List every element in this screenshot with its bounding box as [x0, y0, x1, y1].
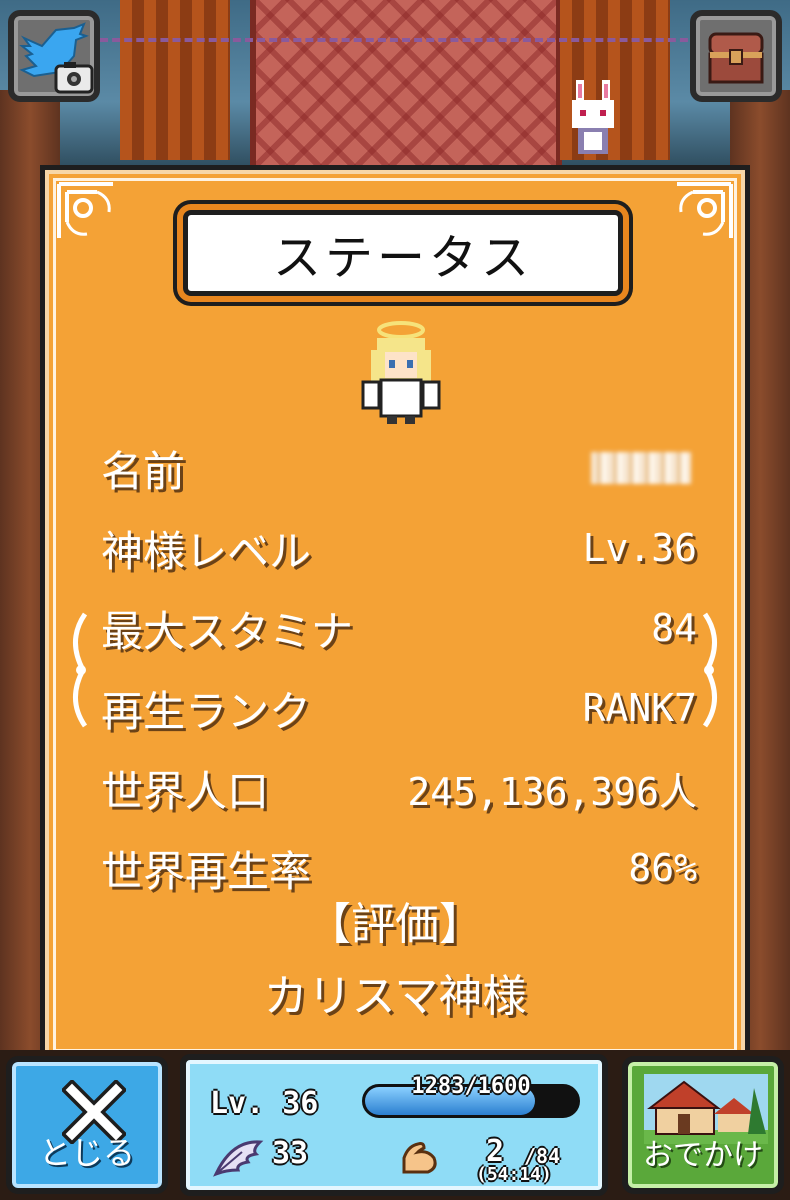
stat-value: 245,136,396人	[407, 769, 697, 814]
status-panel: ステータス 名前 神様レベル Lv.36 最大スタミナ 84 再生ランク RAN…	[40, 165, 750, 1065]
side-ornament-icon	[702, 612, 717, 728]
title-banner: ステータス	[183, 210, 623, 296]
stat-row-rebirth-rank: 再生ランク RANK7	[101, 668, 697, 748]
corner-ornament-icon	[57, 182, 113, 238]
stat-label: 世界人口	[101, 766, 270, 816]
player-status-panel: Lv. 36 1283/1600 33 2 /84 (54:14)	[180, 1054, 608, 1196]
treasure-chest-button[interactable]	[690, 10, 782, 102]
treasure-chest-icon	[708, 32, 764, 84]
rabbit-npc-icon	[572, 80, 614, 154]
stat-row-max-stamina: 最大スタミナ 84	[101, 588, 697, 668]
stats-list: 名前 神様レベル Lv.36 最大スタミナ 84 再生ランク RANK7 世界人…	[101, 428, 697, 908]
corner-ornament-icon	[677, 182, 733, 238]
player-name-redacted	[591, 452, 691, 484]
garland	[100, 38, 700, 82]
stamina-arm-icon	[402, 1142, 437, 1174]
stat-value: Lv.36	[582, 526, 697, 570]
stat-label: 神様レベル	[101, 526, 312, 576]
stat-row-name: 名前	[101, 428, 697, 508]
stat-label: 再生ランク	[101, 686, 312, 736]
stat-value: RANK7	[582, 686, 697, 730]
stat-value: 84	[651, 606, 697, 650]
close-button[interactable]: とじる	[6, 1056, 168, 1194]
close-button-label: とじる	[38, 1134, 135, 1172]
feather-icon	[213, 1140, 264, 1177]
stat-value: 86%	[628, 846, 697, 890]
player-level: Lv. 36	[210, 1086, 319, 1121]
side-ornament-icon	[73, 612, 88, 728]
stamina-timer: (54:14)	[476, 1164, 552, 1185]
stat-label: 最大スタミナ	[101, 606, 354, 656]
exp-text: 1283/1600	[411, 1074, 531, 1099]
stat-row-god-level: 神様レベル Lv.36	[101, 508, 697, 588]
stat-row-world-population: 世界人口 245,136,396人	[101, 748, 697, 828]
twitter-share-button[interactable]	[8, 10, 100, 102]
stat-label: 名前	[101, 446, 186, 496]
outing-button-label: おでかけ	[643, 1138, 763, 1173]
twitter-camera-icon	[19, 22, 94, 94]
outing-button[interactable]: おでかけ	[622, 1056, 784, 1194]
bottom-bar: とじる Lv. 36 1283/1600 33 2 /84 (54:14) おで…	[0, 1050, 790, 1200]
red-carpet	[250, 0, 562, 175]
feather-count: 33	[272, 1136, 309, 1171]
page-title: ステータス	[272, 230, 533, 286]
god-avatar-icon	[361, 321, 441, 424]
evaluation-value: カリスマ神様	[263, 971, 527, 1022]
evaluation-heading: 【評価】	[307, 899, 483, 950]
